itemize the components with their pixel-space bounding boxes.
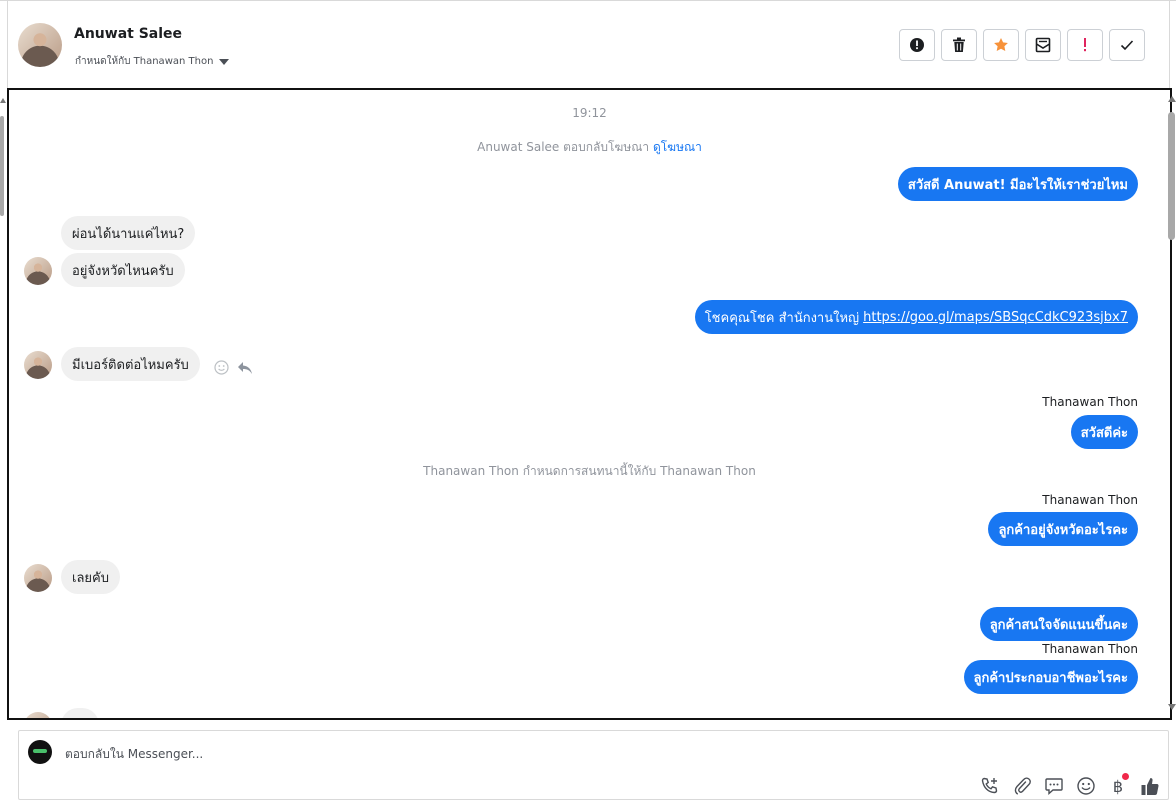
message-out[interactable]: ลูกค้าอยู่จังหวัดอะไรคะ bbox=[988, 512, 1138, 546]
emoji-react-icon[interactable] bbox=[214, 360, 229, 375]
mark-unread-button[interactable] bbox=[1025, 29, 1061, 61]
message-out[interactable]: สวัสดีค่ะ bbox=[1070, 415, 1138, 449]
like-button[interactable] bbox=[1139, 775, 1161, 797]
message-composer: ฿ bbox=[18, 730, 1169, 800]
message-timestamp: 19:12 bbox=[572, 106, 607, 120]
message-in-partial[interactable] bbox=[61, 708, 99, 718]
message-thread[interactable]: 19:12 Anuwat Salee ตอบกลับโฆษณา ดูโฆษณา … bbox=[7, 88, 1172, 720]
composer-tools: ฿ bbox=[979, 773, 1161, 797]
message-out[interactable]: สวัสดี Anuwat! มีอะไรให้เราช่วยไหม bbox=[897, 167, 1138, 201]
paperclip-icon bbox=[1014, 777, 1031, 795]
attach-button[interactable] bbox=[1011, 775, 1033, 797]
done-button[interactable] bbox=[1109, 29, 1145, 61]
contact-name[interactable]: Anuwat Salee bbox=[74, 26, 182, 42]
sender-name: Thanawan Thon bbox=[1042, 493, 1138, 507]
saved-replies-button[interactable] bbox=[1043, 775, 1065, 797]
assigned-label: กำหนดให้กับ Thanawan Thon bbox=[75, 56, 214, 67]
page-avatar bbox=[28, 740, 52, 764]
exclamation-icon bbox=[1084, 38, 1086, 52]
header-actions bbox=[899, 29, 1145, 61]
message-in[interactable]: อยู่จังหวัดไหนครับ bbox=[61, 253, 185, 287]
emoji-icon bbox=[1077, 777, 1095, 795]
important-button[interactable] bbox=[1067, 29, 1103, 61]
caret-down-icon bbox=[219, 59, 230, 65]
message-out[interactable]: ลูกค้าสนใจจัดแนนขึ้นคะ bbox=[979, 607, 1138, 641]
scroll-down-arrow[interactable] bbox=[1168, 704, 1176, 710]
contact-avatar[interactable] bbox=[18, 23, 62, 67]
contact-avatar-small bbox=[24, 257, 52, 285]
message-in[interactable]: เลยคับ bbox=[61, 560, 120, 594]
alert-circle-icon bbox=[910, 38, 924, 52]
star-button[interactable] bbox=[983, 29, 1019, 61]
ad-reply-text: Anuwat Salee ตอบกลับโฆษณา bbox=[477, 140, 650, 154]
notification-dot bbox=[1122, 773, 1129, 780]
star-icon bbox=[994, 38, 1008, 51]
emoji-button[interactable] bbox=[1075, 775, 1097, 797]
speech-bubble-icon bbox=[1045, 778, 1063, 796]
message-out[interactable]: โชคคุณโชค สำนักงานใหญ่ https://goo.gl/ma… bbox=[694, 300, 1138, 334]
right-border bbox=[1169, 0, 1170, 88]
contact-avatar-small bbox=[24, 712, 52, 718]
message-out[interactable]: ลูกค้าประกอบอาชีพอะไรคะ bbox=[963, 660, 1138, 694]
left-scroll-arrow[interactable] bbox=[0, 98, 6, 103]
conversation-header: Anuwat Salee กำหนดให้กับ Thanawan Thon bbox=[8, 1, 1169, 87]
call-button[interactable] bbox=[979, 775, 1001, 797]
envelope-icon bbox=[1035, 37, 1051, 53]
reply-input[interactable] bbox=[63, 746, 667, 762]
assignment-dropdown[interactable]: กำหนดให้กับ Thanawan Thon bbox=[75, 54, 230, 69]
trash-icon bbox=[953, 37, 965, 52]
reply-icon[interactable] bbox=[237, 361, 253, 375]
view-ad-link[interactable]: ดูโฆษณา bbox=[653, 140, 702, 154]
scroll-up-arrow[interactable] bbox=[1168, 96, 1176, 102]
thumbs-up-icon bbox=[1141, 778, 1159, 795]
message-in[interactable]: ผ่อนได้นานแค่ไหน? bbox=[61, 216, 196, 250]
check-icon bbox=[1120, 40, 1134, 51]
spam-button[interactable] bbox=[899, 29, 935, 61]
phone-add-icon bbox=[981, 777, 998, 794]
scroll-thumb[interactable] bbox=[1168, 112, 1175, 240]
assignment-note: Thanawan Thon กำหนดการสนทนานี้ให้กับ Tha… bbox=[423, 464, 756, 478]
sender-name: Thanawan Thon bbox=[1042, 642, 1138, 656]
message-in[interactable]: มีเบอร์ติดต่อไหมครับ bbox=[61, 347, 200, 381]
ad-reply-note: Anuwat Salee ตอบกลับโฆษณา ดูโฆษณา bbox=[9, 138, 1170, 157]
message-text: โชคคุณโชค สำนักงานใหญ่ bbox=[704, 310, 860, 326]
baht-icon: ฿ bbox=[1112, 776, 1124, 796]
contact-avatar-small bbox=[24, 564, 52, 592]
payment-button[interactable]: ฿ bbox=[1107, 773, 1129, 797]
delete-button[interactable] bbox=[941, 29, 977, 61]
message-hover-actions bbox=[214, 360, 253, 375]
contact-avatar-small bbox=[24, 351, 52, 379]
left-scroll-thumb[interactable] bbox=[0, 116, 4, 216]
sender-name: Thanawan Thon bbox=[1042, 395, 1138, 409]
maps-link[interactable]: https://goo.gl/maps/SBSqcCdkC923sjbx7 bbox=[863, 310, 1128, 325]
